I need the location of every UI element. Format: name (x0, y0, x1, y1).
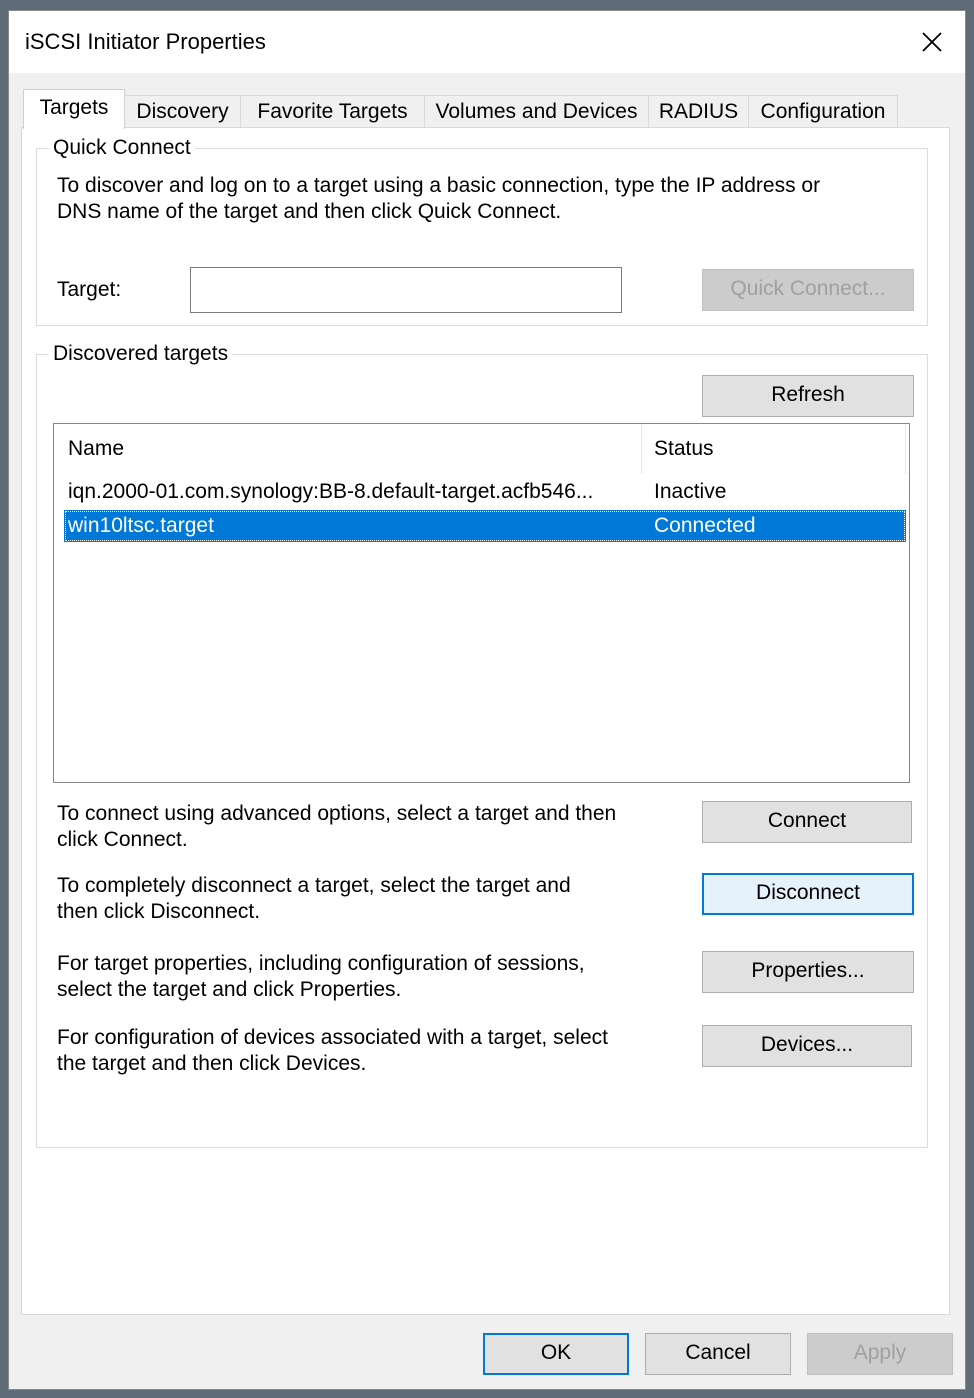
tab-favorite-targets[interactable]: Favorite Targets (240, 95, 425, 127)
targets-list[interactable]: Name Status iqn.2000-01.com.synology:BB-… (53, 423, 910, 783)
discovered-targets-title: Discovered targets (49, 341, 233, 367)
connect-help-line1: To connect using advanced options, selec… (57, 802, 617, 825)
ok-button[interactable]: OK (483, 1333, 629, 1375)
tab-volumes-and-devices[interactable]: Volumes and Devices (424, 95, 649, 127)
target-input[interactable] (190, 267, 622, 313)
discovered-targets-group: Discovered targets Refresh Name Status i… (36, 341, 928, 1148)
title-bar: iSCSI Initiator Properties (9, 11, 965, 73)
close-icon (922, 32, 942, 52)
apply-button[interactable]: Apply (807, 1333, 953, 1375)
disconnect-help-line1: To completely disconnect a target, selec… (57, 874, 571, 897)
connect-help-line2: click Connect. (57, 828, 188, 851)
close-button[interactable] (899, 11, 965, 73)
window-title: iSCSI Initiator Properties (25, 29, 266, 54)
quick-connect-button[interactable]: Quick Connect... (702, 269, 914, 311)
targets-tab-panel: Quick Connect To discover and log on to … (21, 127, 950, 1315)
tab-targets[interactable]: Targets (23, 89, 125, 129)
cancel-button[interactable]: Cancel (645, 1333, 791, 1375)
quick-connect-title: Quick Connect (49, 135, 195, 161)
properties-button[interactable]: Properties... (702, 951, 914, 993)
tab-radius[interactable]: RADIUS (648, 95, 749, 127)
target-name-cell: iqn.2000-01.com.synology:BB-8.default-ta… (68, 480, 594, 503)
target-label: Target: (57, 278, 122, 301)
properties-help-line1: For target properties, including configu… (57, 952, 585, 975)
tab-discovery[interactable]: Discovery (124, 95, 241, 127)
table-row-selected[interactable]: win10ltsc.target Connected (64, 510, 906, 542)
tab-configuration[interactable]: Configuration (748, 95, 898, 127)
quick-connect-description-line1: To discover and log on to a target using… (57, 174, 821, 197)
disconnect-help-line2: then click Disconnect. (57, 900, 261, 923)
target-status-cell: Connected (654, 514, 756, 537)
devices-button[interactable]: Devices... (702, 1025, 912, 1067)
connect-button[interactable]: Connect (702, 801, 912, 843)
refresh-button[interactable]: Refresh (702, 375, 914, 417)
devices-help-line1: For configuration of devices associated … (57, 1026, 608, 1049)
target-name-cell: win10ltsc.target (68, 514, 214, 537)
quick-connect-description-line2: DNS name of the target and then click Qu… (57, 200, 562, 223)
disconnect-button[interactable]: Disconnect (702, 873, 914, 915)
devices-help-line2: the target and then click Devices. (57, 1052, 367, 1075)
target-status-cell: Inactive (654, 480, 727, 503)
properties-help-line2: select the target and click Properties. (57, 978, 402, 1001)
table-row[interactable]: iqn.2000-01.com.synology:BB-8.default-ta… (64, 476, 906, 508)
dialog-window: iSCSI Initiator Properties Targets Disco… (8, 10, 966, 1390)
column-header-name[interactable]: Name (68, 436, 124, 462)
column-divider[interactable] (905, 424, 906, 474)
column-header-status[interactable]: Status (654, 436, 714, 462)
column-divider[interactable] (641, 424, 642, 474)
quick-connect-group: Quick Connect To discover and log on to … (36, 135, 928, 326)
